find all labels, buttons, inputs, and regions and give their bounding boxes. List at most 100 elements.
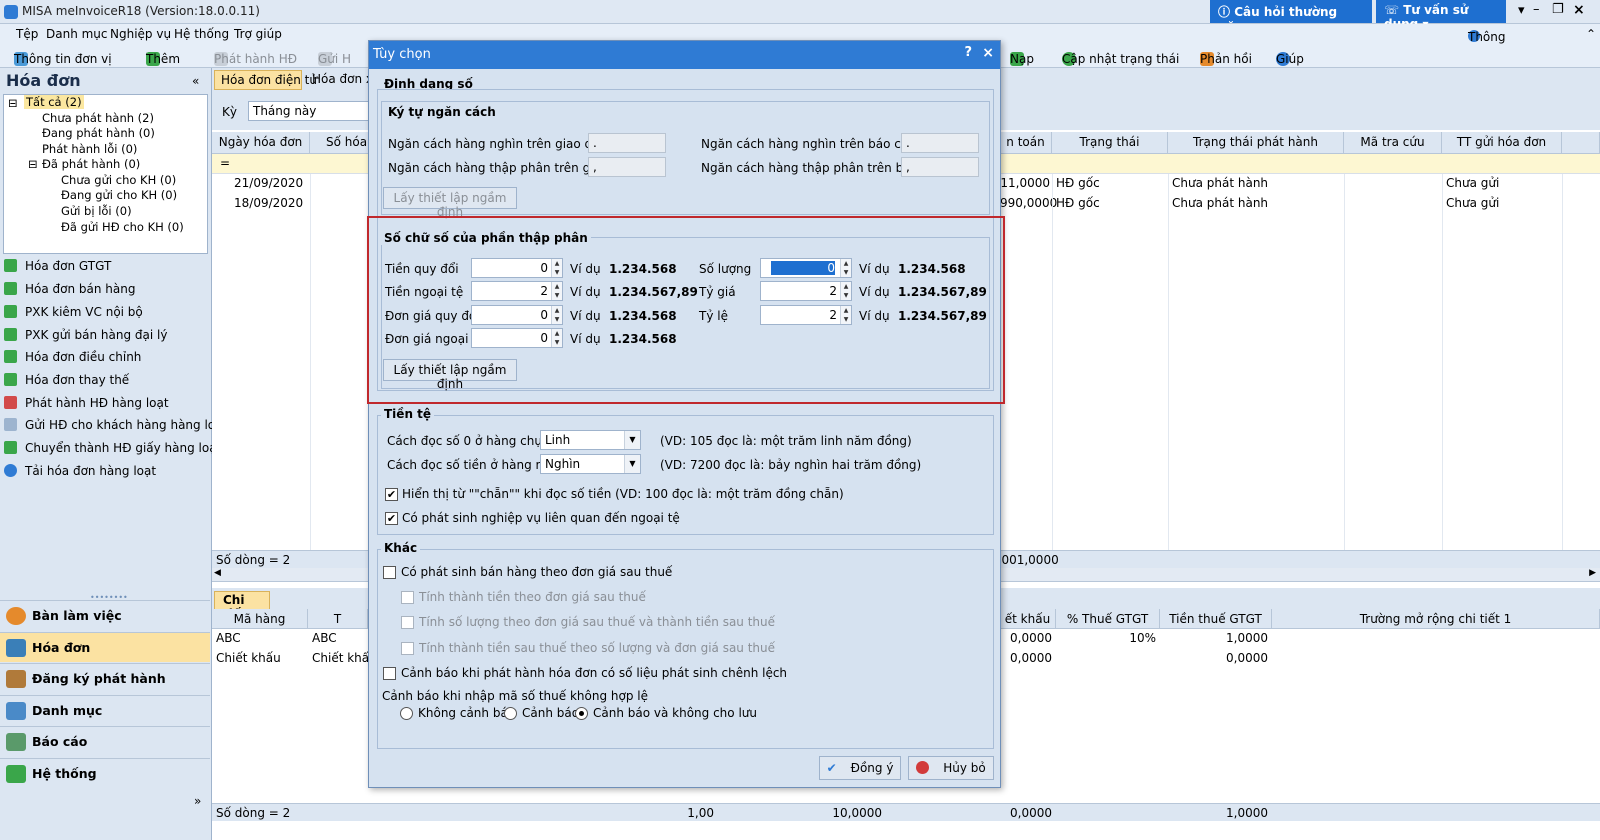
row-amount[interactable]: 11,0000 <box>1000 176 1050 190</box>
thousand-ui-field[interactable]: . <box>588 133 666 153</box>
module-registration[interactable]: Đăng ký phát hành <box>0 663 210 693</box>
nav-item[interactable]: PXK kiêm VC nội bộ <box>4 305 143 319</box>
module-catalog[interactable]: Danh mục <box>0 695 210 725</box>
col-header-issue-status[interactable]: Trạng thái phát hành <box>1168 132 1344 154</box>
add-button[interactable]: Thêm ▾ <box>146 48 180 66</box>
thousand-reading-select[interactable]: Nghìn ▼ <box>540 454 641 474</box>
nav-item[interactable]: Hóa đơn thay thế <box>4 373 129 387</box>
dcol-header-ext[interactable]: Trường mở rộng chi tiết 1 <box>1272 609 1600 629</box>
tree-item[interactable]: Đang gửi cho KH (0) <box>61 188 177 202</box>
menu-operations[interactable]: Nghiệp vụ <box>110 27 171 41</box>
drow-vat[interactable]: 10% <box>1060 631 1156 645</box>
chevron-up-icon[interactable]: ⌃ <box>1586 27 1596 41</box>
foreign-currency-label[interactable]: Có phát sinh nghiệp vụ liên quan đến ngo… <box>402 511 680 525</box>
row-date[interactable]: 21/09/2020 <box>234 176 303 190</box>
even-word-checkbox[interactable]: ✔ <box>385 488 398 501</box>
decimal-report-field[interactable]: , <box>901 157 979 177</box>
diff-warning-checkbox[interactable] <box>383 667 396 680</box>
module-system[interactable]: Hệ thống <box>0 758 210 788</box>
row-send-status[interactable]: Chưa gửi <box>1446 196 1499 210</box>
drow-code[interactable]: Chiết khấu <box>216 651 281 665</box>
foreign-currency-checkbox[interactable]: ✔ <box>385 512 398 525</box>
collapse-icon[interactable]: « <box>192 74 199 88</box>
col-header-date[interactable]: Ngày hóa đơn <box>212 132 310 154</box>
minimize-icon[interactable]: – <box>1533 2 1540 17</box>
tree-item[interactable]: Đã phát hành (0) <box>42 157 140 171</box>
menu-catalog[interactable]: Danh mục <box>46 27 108 41</box>
sub-option-checkbox[interactable] <box>401 616 414 629</box>
sub-option-label[interactable]: Tính thành tiền sau thuế theo số lượng v… <box>419 641 775 655</box>
separator-default-button[interactable]: Lấy thiết lập ngầm định <box>383 187 517 219</box>
tree-item[interactable]: Phát hành lỗi (0) <box>42 142 137 156</box>
row-issue-status[interactable]: Chưa phát hành <box>1172 176 1268 190</box>
tree-expand-icon[interactable]: ⊟ <box>28 157 38 171</box>
nav-item[interactable]: Tải hóa đơn hàng loạt <box>4 464 156 478</box>
module-reports[interactable]: Báo cáo <box>0 726 210 756</box>
nav-item[interactable]: Hóa đơn điều chỉnh <box>4 350 141 364</box>
col-header-lookup[interactable]: Mã tra cứu <box>1344 132 1442 154</box>
sub-option-checkbox[interactable] <box>401 591 414 604</box>
col-header-number[interactable]: Số hóa <box>310 132 370 154</box>
row-send-status[interactable]: Chưa gửi <box>1446 176 1499 190</box>
nav-item[interactable]: Gửi HĐ cho khách hàng hàng loạt <box>4 418 227 432</box>
ok-button[interactable]: ✔ Đồng ý <box>819 756 901 780</box>
col-header-more[interactable] <box>1562 132 1600 154</box>
row-date[interactable]: 18/09/2020 <box>234 196 303 210</box>
tab-einvoice[interactable]: Hóa đơn điện tử <box>214 70 317 90</box>
dropdown-arrow-icon[interactable]: ▾ <box>1518 3 1525 18</box>
support-button[interactable]: ☏ Tư vấn sử dụng ▾ <box>1376 0 1506 31</box>
col-header-send[interactable]: TT gửi hóa đơn <box>1442 132 1562 154</box>
menu-help[interactable]: Trợ giúp <box>234 27 282 41</box>
after-tax-checkbox[interactable] <box>383 566 396 579</box>
radio-warning-block-label[interactable]: Cảnh báo và không cho lưu <box>593 706 757 720</box>
col-header-status[interactable]: Trạng thái <box>1052 132 1168 154</box>
sub-option-label[interactable]: Tính thành tiền theo đơn giá sau thuế <box>419 590 646 604</box>
thousand-report-field[interactable]: . <box>901 133 979 153</box>
zero-reading-select[interactable]: Linh ▼ <box>540 430 641 450</box>
cancel-button[interactable]: Hủy bỏ <box>908 756 994 780</box>
radio-no-warning-label[interactable]: Không cảnh báo <box>418 706 515 720</box>
module-workspace[interactable]: Bàn làm việc <box>0 600 210 630</box>
drow-discount[interactable]: 0,0000 <box>1000 651 1052 665</box>
radio-warning[interactable] <box>504 707 517 720</box>
scroll-left-icon[interactable]: ◀ <box>214 568 221 578</box>
after-tax-label[interactable]: Có phát sinh bán hàng theo đơn giá sau t… <box>401 565 672 579</box>
row-status[interactable]: HĐ gốc <box>1056 176 1100 190</box>
tree-item[interactable]: Chưa phát hành (2) <box>42 111 154 125</box>
nav-item[interactable]: Hóa đơn bán hàng <box>4 282 135 296</box>
radio-no-warning[interactable] <box>400 707 413 720</box>
nav-item[interactable]: Phát hành HĐ hàng loạt <box>4 396 169 410</box>
tree-expand-icon[interactable]: ⊟ <box>8 96 18 110</box>
dcol-header-tax[interactable]: Tiền thuế GTGT <box>1160 609 1272 629</box>
drow-tax[interactable]: 0,0000 <box>1164 651 1268 665</box>
decimal-ui-field[interactable]: , <box>588 157 666 177</box>
sub-option-checkbox[interactable] <box>401 642 414 655</box>
radio-warning-block[interactable] <box>575 707 588 720</box>
dcol-header-vat[interactable]: % Thuế GTGT <box>1056 609 1160 629</box>
nav-item[interactable]: Hóa đơn GTGT <box>4 259 111 273</box>
dcol-header-name[interactable]: T <box>308 609 368 629</box>
tree-item-all[interactable]: Tất cả (2) <box>24 95 84 109</box>
menu-system[interactable]: Hệ thống <box>174 27 229 41</box>
row-amount[interactable]: 990,0000 <box>1000 196 1057 210</box>
tab-detail[interactable]: Chi tiết <box>214 591 270 621</box>
drow-code[interactable]: ABC <box>216 631 241 645</box>
dcol-header-discount[interactable]: ết khấu <box>1000 609 1056 629</box>
close-icon[interactable]: × <box>982 45 994 61</box>
period-select[interactable]: Tháng này <box>248 101 378 121</box>
help-icon[interactable]: ? <box>964 45 972 60</box>
tree-item[interactable]: Đang phát hành (0) <box>42 126 155 140</box>
close-window-icon[interactable]: × <box>1573 2 1585 18</box>
radio-warning-label[interactable]: Cảnh báo <box>522 706 579 720</box>
scroll-right-icon[interactable]: ▶ <box>1589 568 1596 578</box>
module-invoice[interactable]: Hóa đơn <box>0 632 210 662</box>
nav-item[interactable]: Chuyển thành HĐ giấy hàng loạt <box>4 441 221 455</box>
tree-item[interactable]: Chưa gửi cho KH (0) <box>61 173 176 187</box>
row-issue-status[interactable]: Chưa phát hành <box>1172 196 1268 210</box>
dcol-header-code[interactable]: Mã hàng <box>212 609 308 629</box>
menu-file[interactable]: Tệp <box>16 27 38 41</box>
diff-warning-label[interactable]: Cảnh báo khi phát hành hóa đơn có số liệ… <box>401 666 787 680</box>
faq-button[interactable]: ⓘ Câu hỏi thường gặp ▾ <box>1210 0 1372 34</box>
drow-discount[interactable]: 0,0000 <box>1000 631 1052 645</box>
sub-option-label[interactable]: Tính số lượng theo đơn giá sau thuế và t… <box>419 615 775 629</box>
